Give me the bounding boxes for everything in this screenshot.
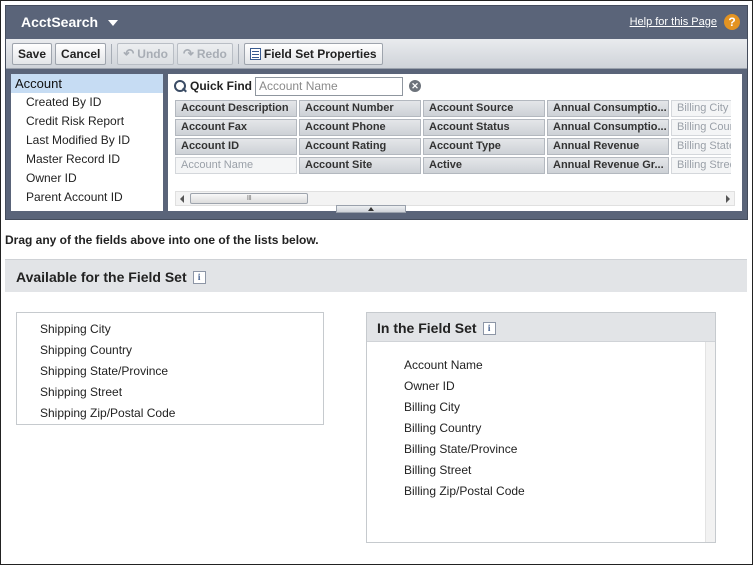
redo-button[interactable]: ↷ Redo — [176, 42, 233, 65]
field-set-selector[interactable]: AcctSearch — [21, 14, 119, 30]
info-icon[interactable]: i — [192, 270, 206, 284]
clear-search-icon[interactable]: ✕ — [409, 80, 422, 92]
field-pane: Quick Find ✕ Account DescriptionAccount … — [168, 74, 742, 211]
field-chip[interactable]: Account Site — [299, 157, 421, 174]
in-field-set-list: Account Name Owner ID Billing City Billing … — [367, 342, 715, 502]
object-list-item[interactable]: Owner ID — [11, 169, 163, 188]
title-bar: AcctSearch Help for this Page ? — [6, 6, 747, 39]
object-list-item[interactable]: Created By ID — [11, 93, 163, 112]
field-palette: AcctSearch Help for this Page ? Save Can… — [5, 5, 748, 220]
field-chip[interactable]: Account ID — [175, 138, 297, 155]
quick-find: Quick Find ✕ — [174, 76, 422, 96]
available-field-item[interactable]: Shipping Country — [17, 340, 323, 361]
field-chip[interactable]: Annual Revenue Gr... — [547, 157, 669, 174]
field-chip[interactable]: Annual Revenue — [547, 138, 669, 155]
properties-icon — [249, 47, 261, 60]
undo-label: Undo — [137, 46, 168, 61]
field-chip[interactable]: Account Description — [175, 100, 297, 117]
object-list-item[interactable]: Master Record ID — [11, 150, 163, 169]
save-button[interactable]: Save — [12, 42, 53, 65]
field-chip[interactable]: Annual Consumptio... — [547, 119, 669, 136]
scroll-left-icon[interactable] — [180, 195, 184, 203]
redo-icon: ↷ — [182, 45, 194, 61]
object-list-item[interactable]: Credit Risk Report — [11, 112, 163, 131]
in-field-set-item[interactable]: Billing Zip/Postal Code — [367, 481, 715, 502]
field-chip[interactable]: Billing State/Province — [671, 138, 731, 155]
field-set-title: AcctSearch — [21, 14, 99, 30]
field-chip[interactable]: Account Number — [299, 100, 421, 117]
toolbar-divider — [237, 43, 239, 64]
field-chip[interactable]: Billing City — [671, 100, 731, 117]
horizontal-scrollbar[interactable]: III — [175, 191, 735, 206]
redo-label: Redo — [196, 46, 227, 61]
in-field-set-scrollbar[interactable] — [705, 342, 715, 542]
field-chip[interactable]: Billing Street — [671, 157, 731, 174]
available-field-item[interactable]: Shipping Street — [17, 382, 323, 403]
collapse-palette-handle[interactable] — [336, 205, 406, 213]
in-field-set-title: In the Field Set i — [377, 320, 496, 336]
object-list: Account Created By ID Credit Risk Report La… — [11, 74, 163, 211]
undo-button[interactable]: ↶ Undo — [117, 42, 174, 65]
field-chip[interactable]: Account Name — [175, 157, 297, 174]
toolbar: Save Cancel ↶ Undo ↷ Redo Field Set Prop… — [6, 39, 747, 69]
available-field-item[interactable]: Shipping Zip/Postal Code — [17, 403, 323, 424]
field-chip[interactable]: Account Type — [423, 138, 545, 155]
quick-find-input[interactable] — [255, 76, 404, 96]
available-field-item[interactable]: Shipping City — [17, 319, 323, 340]
in-field-set-item[interactable]: Billing Country — [367, 418, 715, 439]
object-list-item[interactable]: Parent Account ID — [11, 188, 163, 207]
field-set-properties-button[interactable]: Field Set Properties — [243, 42, 383, 65]
available-title-text: Available for the Field Set — [16, 269, 187, 285]
scroll-right-icon[interactable] — [726, 195, 730, 203]
in-field-set-item[interactable]: Billing State/Province — [367, 439, 715, 460]
help-icon[interactable]: ? — [724, 14, 740, 30]
field-chip[interactable]: Active — [423, 157, 545, 174]
field-set-properties-label: Field Set Properties — [263, 46, 377, 61]
in-field-set-item[interactable]: Billing City — [367, 397, 715, 418]
in-field-set-header: In the Field Set i — [367, 313, 715, 342]
undo-icon: ↶ — [123, 45, 135, 61]
cancel-button[interactable]: Cancel — [55, 42, 107, 65]
available-field-item[interactable]: Shipping State/Province — [17, 361, 323, 382]
in-field-set-panel: In the Field Set i Account Name Owner ID B… — [366, 312, 716, 543]
field-chip[interactable]: Account Rating — [299, 138, 421, 155]
field-chip[interactable]: Billing Country — [671, 119, 731, 136]
object-list-item[interactable]: Last Modified By ID — [11, 131, 163, 150]
info-icon[interactable]: i — [482, 321, 496, 335]
search-icon — [174, 79, 187, 93]
chevron-down-icon — [108, 19, 119, 26]
field-chip[interactable]: Account Fax — [175, 119, 297, 136]
field-chip[interactable]: Account Phone — [299, 119, 421, 136]
in-field-set-item[interactable]: Billing Street — [367, 460, 715, 481]
quick-find-label: Quick Find — [190, 79, 253, 93]
available-section-title: Available for the Field Set i — [16, 269, 206, 285]
field-grid: Account Description Account Fax Account ID… — [175, 100, 731, 180]
available-section-header: Available for the Field Set i — [5, 259, 747, 292]
in-field-set-item[interactable]: Account Name — [367, 355, 715, 376]
field-chip[interactable]: Annual Consumptio... — [547, 100, 669, 117]
field-chip[interactable]: Account Status — [423, 119, 545, 136]
toolbar-divider — [111, 43, 113, 64]
instructions-text: Drag any of the fields above into one of… — [5, 233, 319, 247]
in-field-set-title-text: In the Field Set — [377, 320, 477, 336]
scrollbar-thumb[interactable]: III — [190, 193, 308, 204]
help-link[interactable]: Help for this Page — [630, 16, 717, 28]
field-chip[interactable]: Account Source — [423, 100, 545, 117]
in-field-set-item[interactable]: Owner ID — [367, 376, 715, 397]
available-fields-list: Shipping City Shipping Country Shipping St… — [16, 312, 324, 425]
object-list-item[interactable]: Account — [11, 74, 163, 93]
